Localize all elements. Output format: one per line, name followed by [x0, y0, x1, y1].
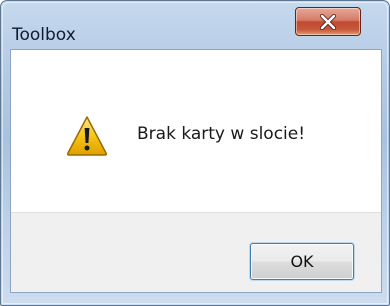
button-bar: OK: [11, 212, 381, 292]
dialog-window: Toolbox Brak karty w slocie! OK: [0, 0, 390, 306]
message-area: Brak karty w slocie!: [11, 50, 381, 212]
dialog-client-area: Brak karty w slocie! OK: [10, 49, 382, 293]
message-text: Brak karty w slocie!: [137, 124, 306, 144]
close-icon: [319, 13, 337, 30]
close-button[interactable]: [295, 7, 361, 36]
ok-button[interactable]: OK: [250, 243, 354, 280]
window-title: Toolbox: [12, 25, 76, 45]
warning-icon: [66, 116, 108, 156]
